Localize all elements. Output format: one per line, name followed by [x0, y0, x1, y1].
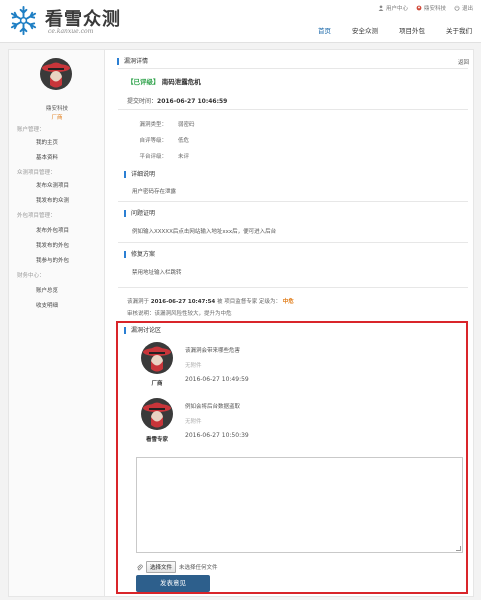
audit-note: 审核说明：该漏洞风险性较大，提升为中危 [127, 309, 232, 317]
sidebar-group-outsourcing: 外包项目管理： [17, 213, 56, 219]
message-text: 该漏洞会带来哪些危害 [185, 348, 241, 354]
sidebar-role: 厂商 [51, 115, 63, 121]
section-title-description: 详细说明 [124, 171, 155, 178]
sidebar-item-my-crowdtests[interactable]: 我发布的众测 [36, 196, 69, 204]
user-center-label: 用户中心 [385, 6, 408, 12]
sidebar-item-publish-outsource[interactable]: 发布外包项目 [36, 226, 69, 234]
sidebar-item-my-outsource[interactable]: 我发布的外包 [36, 241, 69, 249]
nav-home[interactable]: 首页 [314, 25, 335, 35]
back-link[interactable]: 返回 [458, 58, 469, 66]
message-author: 看雪专家 [145, 437, 168, 443]
nav-outsourcing[interactable]: 项目外包 [395, 25, 429, 35]
resize-grip-icon[interactable] [456, 546, 461, 551]
sidebar-group-account: 账户管理： [17, 127, 45, 133]
status-badge: 【已评级】 [127, 78, 160, 86]
divider [118, 242, 468, 243]
vuln-title: 【已评级】 南码泄露危机 [127, 76, 201, 86]
account-name-link[interactable]: 鼎安科技 [416, 4, 446, 12]
user-center-link[interactable]: 用户中心 [378, 4, 408, 12]
sidebar-item-profile[interactable]: 基本资料 [36, 153, 58, 161]
sidebar-item-publish-crowdtest[interactable]: 发布众测项目 [36, 181, 69, 189]
avatar [141, 398, 173, 430]
choose-file-button[interactable]: 选择文件 [146, 561, 177, 573]
page-container: 鼎安科技 厂商 账户管理： 我的主页 基本资料 众测项目管理： 发布众测项目 我… [8, 49, 474, 597]
message-author: 厂商 [151, 381, 163, 387]
section-title-proof: 问题证明 [124, 210, 155, 217]
message-text: 例如会将后台数据盗取 [185, 404, 241, 410]
nav-about[interactable]: 关于我们 [442, 25, 476, 35]
field-label: 漏洞类型： [139, 122, 167, 128]
logo-domain: ce.kanxue.com [48, 28, 94, 35]
divider [118, 201, 468, 202]
sidebar-group-finance: 财务中心： [17, 273, 45, 279]
avatar [40, 58, 72, 90]
avatar [141, 342, 173, 374]
sidebar-group-crowdtest: 众测项目管理： [17, 170, 56, 176]
sidebar-item-joined-outsource[interactable]: 我参与的外包 [36, 256, 69, 264]
audit-note-label: 审核说明： [127, 311, 155, 317]
description-text: 用户密码存在泄露 [132, 189, 177, 195]
divider [118, 68, 468, 69]
account-name-label: 鼎安科技 [423, 6, 446, 12]
sidebar-username: 鼎安科技 [45, 106, 68, 112]
vuln-name: 南码泄露危机 [161, 78, 201, 86]
message-time: 2016-06-27 10:50:39 [185, 432, 249, 439]
section-title-discussion: 漏洞讨论区 [124, 327, 161, 334]
audit-note-text: 该漏洞风险性较大，提升为中危 [154, 311, 232, 317]
audit-result: 该漏洞于 2016-06-27 10:47:54 被 项目监督专家 定级为： 中… [127, 297, 294, 305]
section-title-fix: 修复方案 [124, 251, 155, 258]
top-links: 用户中心 鼎安科技 退出 [378, 4, 473, 12]
main-nav: 首页 安全众测 项目外包 关于我们 [301, 25, 476, 35]
user-icon [378, 5, 384, 11]
snowflake-logo-icon [10, 5, 37, 36]
audit-mid: 被 项目监督专家 定级为： [216, 299, 281, 305]
field-value: 低危 [178, 138, 190, 144]
person-icon [416, 5, 422, 11]
field-value: 未评 [178, 154, 190, 160]
field-label: 平台评级： [139, 154, 167, 160]
fix-text: 禁用地址输入栏跳转 [132, 270, 182, 276]
message-time: 2016-06-27 10:49:59 [185, 376, 249, 383]
submit-time-label: 提交时间： [127, 98, 158, 105]
field-value: 弱密码 [178, 122, 195, 128]
message-attachment[interactable]: 无附件 [185, 361, 202, 369]
sidebar-item-transactions[interactable]: 收支明细 [36, 301, 58, 309]
top-header: 看雪众测 ce.kanxue.com 用户中心 鼎安科技 退出 首页 安全众测 … [0, 0, 481, 43]
field-label: 自评等级： [139, 138, 167, 144]
divider [118, 287, 468, 288]
sidebar-item-my-home[interactable]: 我的主页 [36, 138, 58, 146]
nav-security-test[interactable]: 安全众测 [348, 25, 382, 35]
discussion-area: 漏洞讨论区 厂商 该漏洞会带来哪些危害 无附件 2016-06-27 10:49… [116, 321, 468, 594]
audit-level: 中危 [282, 299, 294, 305]
file-status: 未选择任何文件 [179, 565, 218, 571]
submit-time-value: 2016-06-27 10:46:59 [157, 98, 228, 105]
sidebar: 鼎安科技 厂商 账户管理： 我的主页 基本资料 众测项目管理： 发布众测项目 我… [9, 50, 105, 596]
logout-link[interactable]: 退出 [454, 4, 473, 12]
submit-time: 提交时间：2016-06-27 10:46:59 [127, 96, 227, 105]
audit-time: 2016-06-27 10:47:54 [150, 299, 216, 305]
comment-textarea[interactable] [136, 457, 463, 553]
logout-label: 退出 [461, 6, 473, 12]
main-content: 漏洞详情 返回 【已评级】 南码泄露危机 提交时间：2016-06-27 10:… [112, 50, 472, 596]
file-upload-row: 选择文件 未选择任何文件 [136, 561, 218, 573]
paperclip-icon [137, 564, 143, 570]
audit-prefix: 该漏洞于 [127, 299, 150, 305]
message-attachment[interactable]: 无附件 [185, 417, 202, 425]
site-logo[interactable]: 看雪众测 ce.kanxue.com [8, 4, 146, 38]
proof-text: 例如输入XXXXX后点击网站输入地址xxx后，便可进入后台 [132, 229, 277, 235]
section-title-detail: 漏洞详情 [117, 58, 148, 65]
divider [118, 109, 468, 110]
submit-comment-button[interactable]: 发表意见 [136, 575, 210, 592]
sidebar-item-account-overview[interactable]: 账户总览 [36, 286, 58, 294]
power-icon [454, 5, 460, 11]
